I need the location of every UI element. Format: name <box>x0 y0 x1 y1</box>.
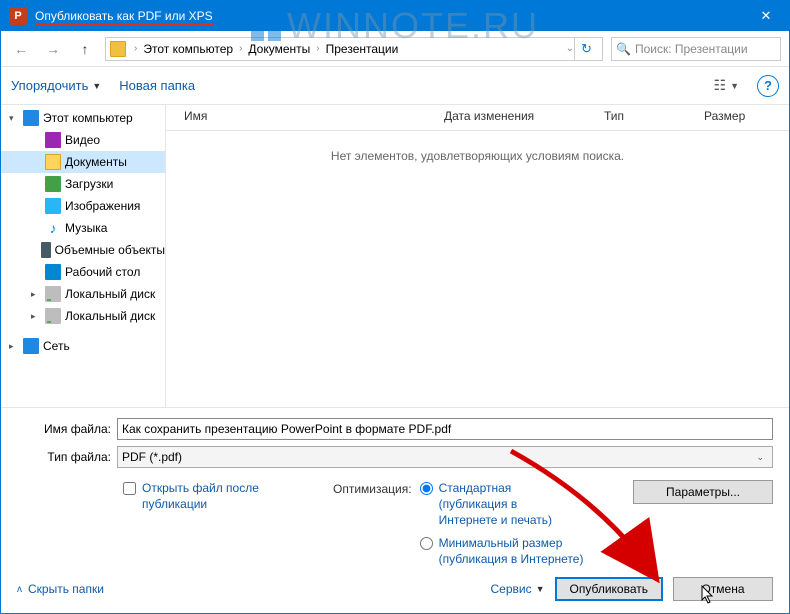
chevron-down-icon: ▼ <box>536 584 545 594</box>
col-type[interactable]: Тип <box>586 105 686 130</box>
cancel-button[interactable]: Отмена <box>673 577 773 601</box>
col-name[interactable]: Имя <box>166 105 426 130</box>
help-button[interactable]: ? <box>757 75 779 97</box>
dialog-window: P Опубликовать как PDF или XPS ✕ ← → ↑ ›… <box>0 0 790 614</box>
search-icon: 🔍 <box>616 42 631 56</box>
col-date[interactable]: Дата изменения <box>426 105 586 130</box>
tree-item-label: Документы <box>65 155 127 169</box>
tree-item-label: Объемные объекты <box>55 243 165 257</box>
tree-item[interactable]: Видео <box>1 129 165 151</box>
column-headers: Имя Дата изменения Тип Размер <box>166 105 789 131</box>
downloads-icon <box>45 176 61 192</box>
filename-label: Имя файла: <box>17 422 117 436</box>
filename-input[interactable] <box>117 418 773 440</box>
expand-icon[interactable] <box>9 341 19 352</box>
search-input[interactable]: 🔍 Поиск: Презентации <box>611 37 781 61</box>
music-icon: ♪ <box>45 220 61 236</box>
tree-item[interactable]: Загрузки <box>1 173 165 195</box>
close-button[interactable]: ✕ <box>743 1 789 31</box>
breadcrumb-dropdown[interactable]: ⌄ <box>566 43 574 54</box>
tree-item[interactable]: Документы <box>1 151 165 173</box>
folder-icon <box>45 154 61 170</box>
breadcrumb-item[interactable]: Этот компьютер <box>141 42 235 56</box>
filetype-select[interactable]: PDF (*.pdf) ⌄ <box>117 446 773 468</box>
dialog-footer: ʌ Скрыть папки Сервис▼ Опубликовать Отме… <box>1 567 789 613</box>
expand-icon[interactable] <box>31 311 41 322</box>
chevron-right-icon: › <box>312 43 323 54</box>
3d-icon <box>41 242 51 258</box>
dialog-body: Этот компьютер Видео Документы Загрузки Изоб… <box>1 105 789 407</box>
drive-icon <box>45 308 61 324</box>
images-icon <box>45 198 61 214</box>
save-options-panel: Имя файла: Тип файла: PDF (*.pdf) ⌄ Откр… <box>1 407 789 567</box>
tree-item[interactable]: Рабочий стол <box>1 261 165 283</box>
publish-button[interactable]: Опубликовать <box>555 577 663 601</box>
tree-item-label: Музыка <box>65 221 107 235</box>
search-placeholder: Поиск: Презентации <box>635 42 748 56</box>
chevron-right-icon: › <box>235 43 246 54</box>
tree-item[interactable]: Этот компьютер <box>1 107 165 129</box>
folder-tree: Этот компьютер Видео Документы Загрузки Изоб… <box>1 105 166 407</box>
chevron-down-icon: ▼ <box>92 81 101 91</box>
hide-folders-link[interactable]: ʌ Скрыть папки <box>17 582 104 596</box>
chevron-right-icon: › <box>130 43 141 54</box>
chevron-up-icon: ʌ <box>17 584 22 595</box>
chevron-down-icon: ⌄ <box>756 452 768 463</box>
tree-item-label: Локальный диск <box>65 309 155 323</box>
network-icon <box>23 338 39 354</box>
toolbar: Упорядочить▼ Новая папка ☷▼ ? <box>1 67 789 105</box>
tree-item[interactable]: Локальный диск <box>1 283 165 305</box>
tools-dropdown[interactable]: Сервис▼ <box>491 582 545 596</box>
folder-icon <box>110 41 126 57</box>
tree-item-label: Рабочий стол <box>65 265 140 279</box>
nav-bar: ← → ↑ › Этот компьютер › Документы › Пре… <box>1 31 789 67</box>
titlebar: P Опубликовать как PDF или XPS ✕ <box>1 1 789 31</box>
tree-item[interactable]: Объемные объекты <box>1 239 165 261</box>
file-list-area: Имя Дата изменения Тип Размер Нет элемен… <box>166 105 789 407</box>
refresh-button[interactable]: ↻ <box>574 37 598 61</box>
expand-icon[interactable] <box>31 289 41 300</box>
new-folder-button[interactable]: Новая папка <box>119 78 195 93</box>
tree-item[interactable]: Изображения <box>1 195 165 217</box>
up-button[interactable]: ↑ <box>73 37 97 61</box>
tree-item-label: Этот компьютер <box>43 111 133 125</box>
expand-icon[interactable] <box>9 113 19 124</box>
optimization-minimum-radio[interactable]: Минимальный размер (публикация в Интерне… <box>420 535 599 567</box>
forward-button: → <box>41 37 65 61</box>
tree-item-label: Сеть <box>43 339 70 353</box>
open-after-checkbox[interactable]: Открыть файл после публикации <box>123 480 313 512</box>
video-icon <box>45 132 61 148</box>
tree-item-label: Локальный диск <box>65 287 155 301</box>
breadcrumb[interactable]: › Этот компьютер › Документы › Презентац… <box>105 37 603 61</box>
empty-list-message: Нет элементов, удовлетворяющих условиям … <box>166 149 789 163</box>
filetype-label: Тип файла: <box>17 450 117 464</box>
organize-button[interactable]: Упорядочить▼ <box>11 78 101 93</box>
tree-item-label: Видео <box>65 133 100 147</box>
drive-icon <box>45 286 61 302</box>
monitor-icon <box>23 110 39 126</box>
tree-item-label: Изображения <box>65 199 140 213</box>
tree-item[interactable]: Сеть <box>1 335 165 357</box>
tree-item[interactable]: Локальный диск <box>1 305 165 327</box>
powerpoint-icon: P <box>9 7 27 25</box>
tree-item-label: Загрузки <box>65 177 113 191</box>
col-size[interactable]: Размер <box>686 105 789 130</box>
view-mode-button[interactable]: ☷▼ <box>714 77 739 94</box>
optimization-label: Оптимизация: <box>333 480 412 567</box>
desktop-icon <box>45 264 61 280</box>
tree-item[interactable]: ♪ Музыка <box>1 217 165 239</box>
window-title: Опубликовать как PDF или XPS <box>35 9 743 23</box>
back-button[interactable]: ← <box>9 37 33 61</box>
breadcrumb-item[interactable]: Документы <box>246 42 312 56</box>
breadcrumb-item[interactable]: Презентации <box>324 42 401 56</box>
parameters-button[interactable]: Параметры... <box>633 480 773 504</box>
optimization-standard-radio[interactable]: Стандартная (публикация в Интернете и пе… <box>420 480 599 529</box>
